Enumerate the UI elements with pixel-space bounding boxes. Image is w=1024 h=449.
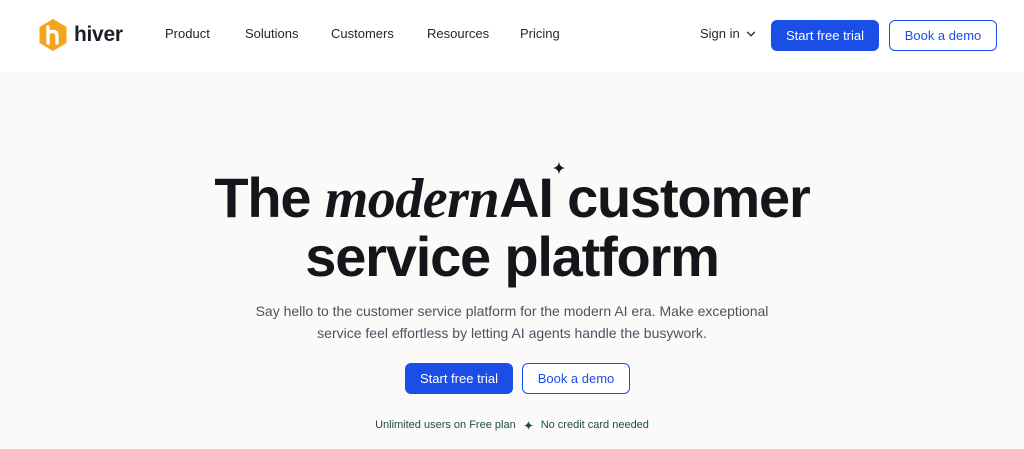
hero-title-line2: service platform — [305, 225, 720, 288]
hero-section: The modern AI customer service platform … — [0, 72, 1024, 449]
nav-item-pricing[interactable]: Pricing — [520, 26, 560, 41]
note-no-credit-card: No credit card needed — [540, 419, 649, 431]
hero-book-demo-button[interactable]: Book a demo — [522, 363, 630, 394]
nav-item-resources[interactable]: Resources — [427, 26, 489, 41]
hero-note: Unlimited users on Free plan No credit c… — [0, 419, 1024, 431]
note-unlimited-users: Unlimited users on Free plan — [375, 419, 516, 431]
brand-name: hiver — [74, 23, 123, 46]
sparkle-icon — [523, 420, 533, 430]
hero-title-ai: AI — [499, 166, 554, 229]
hero-subtitle-line2: service feel effortless by letting AI ag… — [317, 325, 707, 341]
nav-item-solutions[interactable]: Solutions — [245, 26, 298, 41]
hero-title-italic: modern — [324, 168, 500, 230]
nav-item-customers[interactable]: Customers — [331, 26, 394, 41]
brand-logo[interactable]: hiver — [38, 17, 123, 53]
hiver-logo-icon — [39, 19, 67, 51]
hero-title-line1: The modern AI customer — [0, 162, 1024, 230]
chevron-down-icon — [746, 31, 755, 36]
site-header: hiver Product Solutions Customers Resour… — [0, 0, 1024, 72]
sign-in-menu[interactable]: Sign in — [700, 26, 756, 41]
sparkle-icon — [552, 162, 565, 174]
hero-title-part2: customer — [552, 166, 811, 229]
hero-subtitle-line1: Say hello to the customer service platfo… — [255, 303, 769, 319]
header-start-trial-button[interactable]: Start free trial — [771, 20, 879, 51]
sign-in-label: Sign in — [700, 26, 740, 41]
header-book-demo-button[interactable]: Book a demo — [889, 20, 997, 51]
nav-item-product[interactable]: Product — [165, 26, 210, 41]
hero-title-part1: The — [214, 166, 325, 229]
hero-start-trial-button[interactable]: Start free trial — [405, 363, 513, 394]
